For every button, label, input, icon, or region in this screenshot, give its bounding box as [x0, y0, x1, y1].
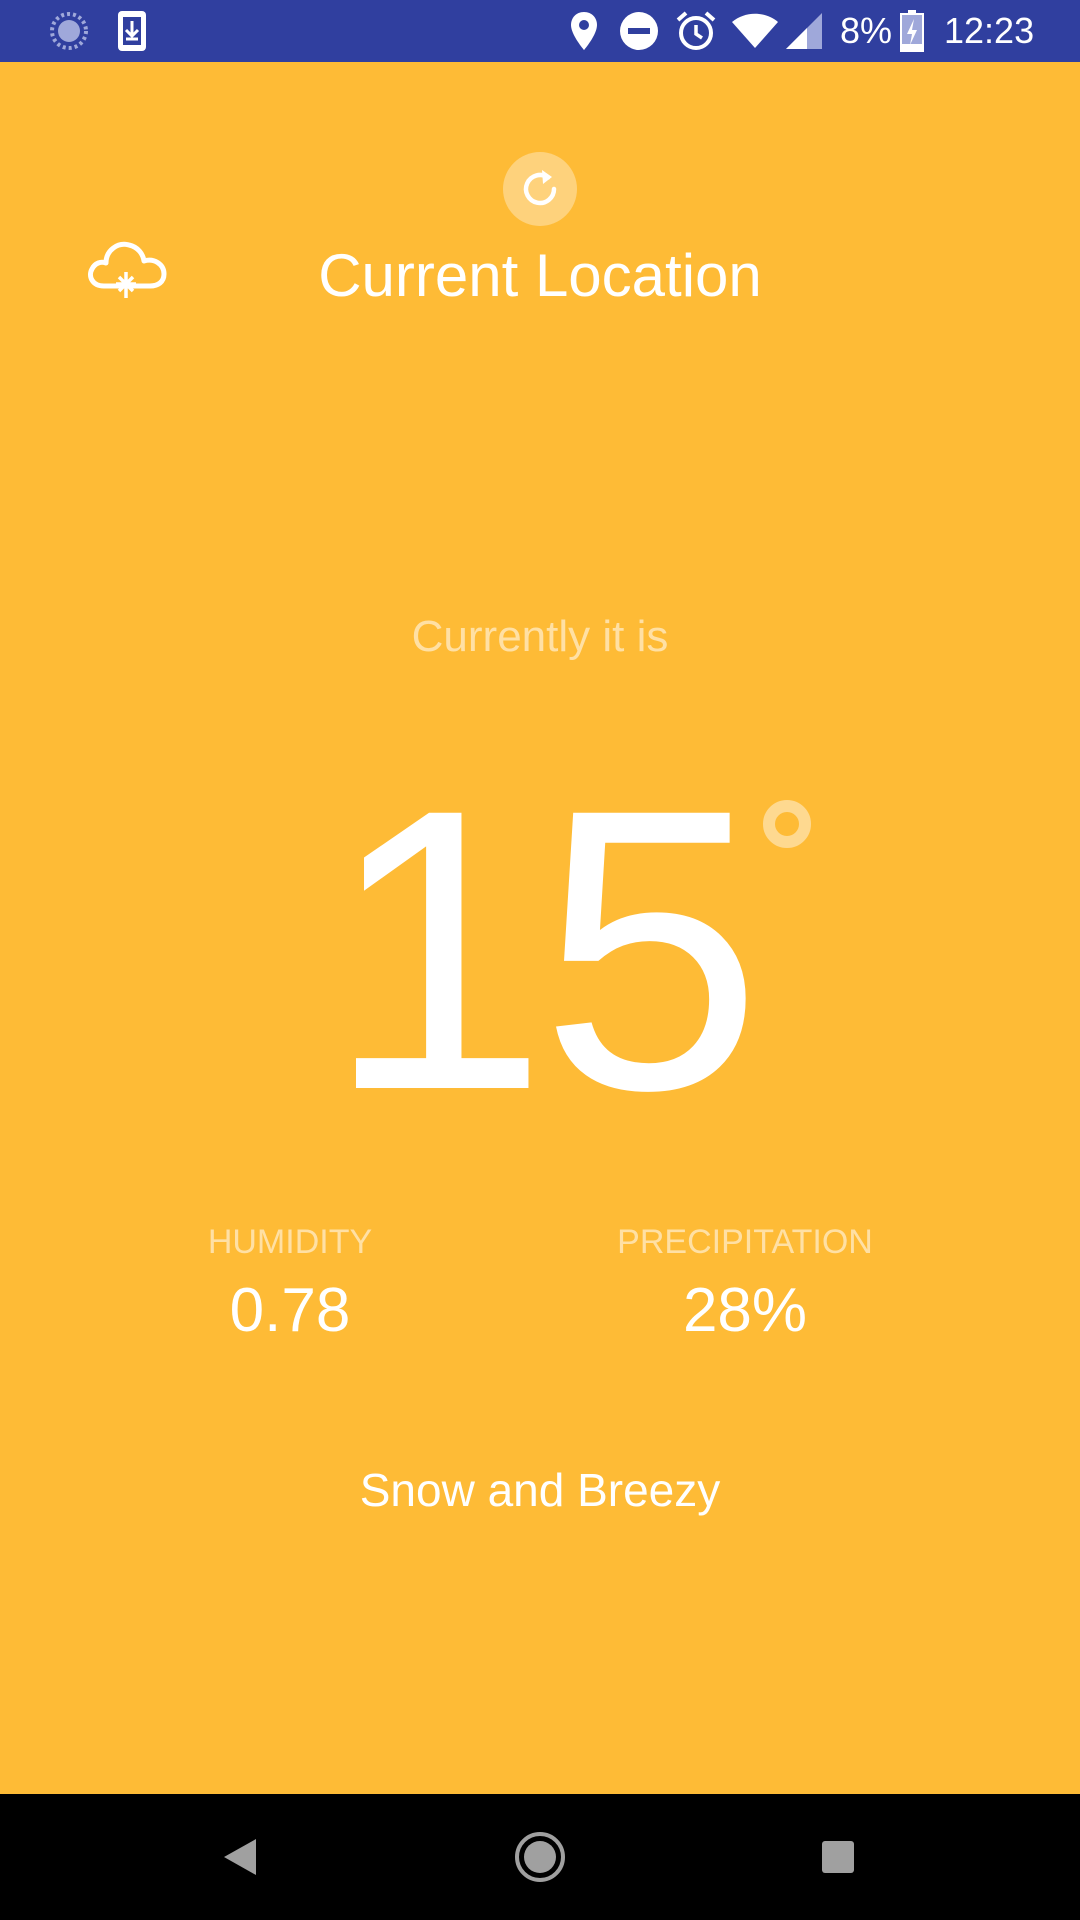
precipitation-label: PRECIPITATION [617, 1223, 873, 1261]
refresh-button[interactable] [503, 152, 577, 226]
location-title: Current Location [318, 242, 762, 309]
weather-summary: Snow and Breezy [359, 1464, 721, 1516]
recents-icon [820, 1839, 856, 1875]
alarm-icon [674, 0, 718, 62]
home-icon [514, 1831, 566, 1883]
currently-label: Currently it is [411, 612, 669, 661]
humidity-label: HUMIDITY [207, 1223, 373, 1261]
sync-icon [46, 0, 92, 62]
do-not-disturb-icon [618, 0, 660, 62]
back-icon [222, 1837, 258, 1877]
refresh-icon [517, 166, 563, 212]
navigation-bar [0, 1794, 1080, 1920]
status-bar: 8% 12:23 [0, 0, 1080, 62]
download-icon [114, 0, 150, 62]
recents-button[interactable] [778, 1794, 898, 1920]
precipitation-value: 28% [682, 1276, 808, 1345]
clock: 12:23 [944, 10, 1035, 51]
signal-icon [784, 0, 824, 62]
home-button[interactable] [480, 1794, 600, 1920]
temperature-value: 15 [325, 726, 763, 1173]
battery-percent: 8% [840, 10, 893, 51]
temperature-display: 15 [0, 750, 1080, 1150]
humidity-value: 0.78 [229, 1276, 351, 1345]
wifi-icon [730, 0, 780, 62]
degree-icon [763, 800, 811, 848]
back-button[interactable] [180, 1794, 300, 1920]
battery-charging-icon [898, 0, 926, 62]
location-icon [568, 0, 600, 62]
weather-screen: 8% 12:23 Current Location Currently it i… [0, 0, 1080, 1920]
